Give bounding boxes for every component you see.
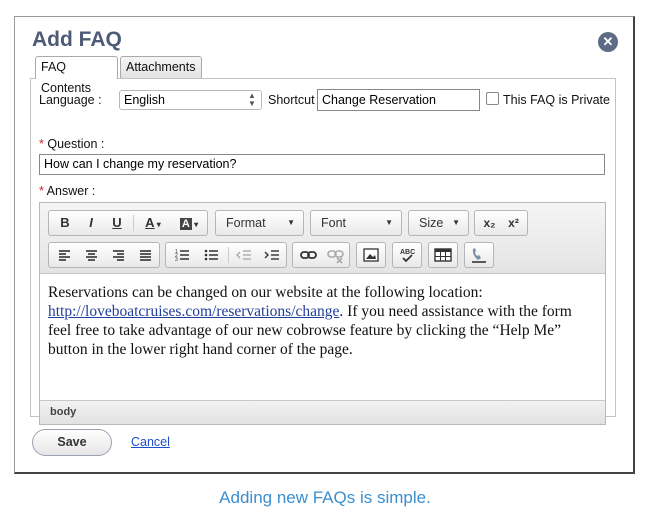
answer-link[interactable]: http://loveboatcruises.com/reservations/… <box>48 303 339 320</box>
toolbar-separator <box>133 215 134 231</box>
toolbar-separator <box>228 247 229 263</box>
question-label: Question : <box>47 137 105 151</box>
superscript-button[interactable]: x² <box>502 211 525 235</box>
rich-text-editor: B I U A ▾ A ▾ Format ▼ Font ▼ Size ▼ x₂ x² <box>39 202 606 425</box>
text-color-button[interactable]: A ▾ <box>137 211 169 235</box>
private-checkbox[interactable] <box>486 92 499 105</box>
answer-content[interactable]: Reservations can be changed on our websi… <box>48 283 598 359</box>
link-icon[interactable] <box>296 243 321 267</box>
answer-label: Answer : <box>46 184 96 198</box>
language-value: English <box>124 93 165 107</box>
question-label-row: * Question : <box>39 137 104 151</box>
align-center-icon[interactable] <box>79 243 104 267</box>
table-group <box>428 242 458 268</box>
bg-color-icon: A <box>179 218 192 230</box>
cobrowse-group <box>464 242 494 268</box>
select-arrows-icon: ▲ ▼ <box>248 91 256 108</box>
format-dropdown[interactable]: Format ▼ <box>215 210 304 236</box>
answer-label-row: * Answer : <box>39 184 95 198</box>
cancel-link[interactable]: Cancel <box>131 435 170 449</box>
faq-contents-panel: Language : English ▲ ▼ Shortcut : Change … <box>30 78 616 425</box>
size-label: Size <box>419 216 444 230</box>
required-marker: * <box>39 184 44 198</box>
link-group <box>292 242 350 268</box>
size-dropdown[interactable]: Size ▼ <box>408 210 469 236</box>
align-right-icon[interactable] <box>106 243 131 267</box>
italic-button[interactable]: I <box>79 211 103 235</box>
subscript-button[interactable]: x₂ <box>478 211 501 235</box>
underline-button[interactable]: U <box>105 211 129 235</box>
phone-icon[interactable] <box>467 243 491 267</box>
chevron-down-icon: ▼ <box>452 218 460 227</box>
numbered-list-icon[interactable]: 123 <box>169 243 196 267</box>
image-icon[interactable] <box>359 243 383 267</box>
text-color-icon: A <box>145 215 155 230</box>
basic-styles-group: B I U A ▾ A ▾ <box>48 210 208 236</box>
list-indent-group: 123 <box>165 242 287 268</box>
private-label: This FAQ is Private <box>503 93 610 107</box>
unlink-icon[interactable] <box>323 243 348 267</box>
format-label: Format <box>226 216 266 230</box>
tab-attachments[interactable]: Attachments <box>120 56 202 78</box>
align-left-icon[interactable] <box>52 243 77 267</box>
spellcheck-group: ABC <box>392 242 422 268</box>
answer-text-before: Reservations can be changed on our websi… <box>48 284 483 301</box>
font-dropdown[interactable]: Font ▼ <box>310 210 402 236</box>
dialog-title: Add FAQ <box>32 28 122 51</box>
bullet-list-icon[interactable] <box>198 243 225 267</box>
shortcut-input[interactable]: Change Reservation <box>317 89 480 111</box>
question-input[interactable]: How can I change my reservation? <box>39 154 605 175</box>
spellcheck-icon[interactable]: ABC <box>395 243 419 267</box>
font-label: Font <box>321 216 347 230</box>
editor-statusbar[interactable]: body <box>40 400 605 424</box>
bold-button[interactable]: B <box>53 211 77 235</box>
chevron-down-icon: ▼ <box>287 218 295 227</box>
indent-icon[interactable] <box>259 243 285 267</box>
spellcheck-text: ABC <box>400 249 415 256</box>
save-button[interactable]: Save <box>32 429 112 456</box>
outdent-icon[interactable] <box>231 243 257 267</box>
tab-faq-contents[interactable]: FAQ Contents <box>35 56 118 95</box>
add-faq-dialog: Add FAQ ✕ FAQ Contents Attachments Langu… <box>14 16 635 474</box>
required-marker: * <box>39 137 44 151</box>
script-group: x₂ x² <box>474 210 528 236</box>
caption: Adding new FAQs is simple. <box>219 488 431 507</box>
image-group <box>356 242 386 268</box>
chevron-down-icon: ▼ <box>385 218 393 227</box>
language-select[interactable]: English ▲ ▼ <box>119 90 262 110</box>
justify-icon[interactable] <box>133 243 158 267</box>
editor-toolbar: B I U A ▾ A ▾ Format ▼ Font ▼ Size ▼ x₂ x² <box>40 203 605 274</box>
bg-color-button[interactable]: A ▾ <box>173 211 205 235</box>
shortcut-label: Shortcut : <box>268 93 322 107</box>
svg-text:3: 3 <box>175 257 178 263</box>
align-group <box>48 242 160 268</box>
table-icon[interactable] <box>431 243 455 267</box>
close-icon[interactable]: ✕ <box>598 32 618 52</box>
